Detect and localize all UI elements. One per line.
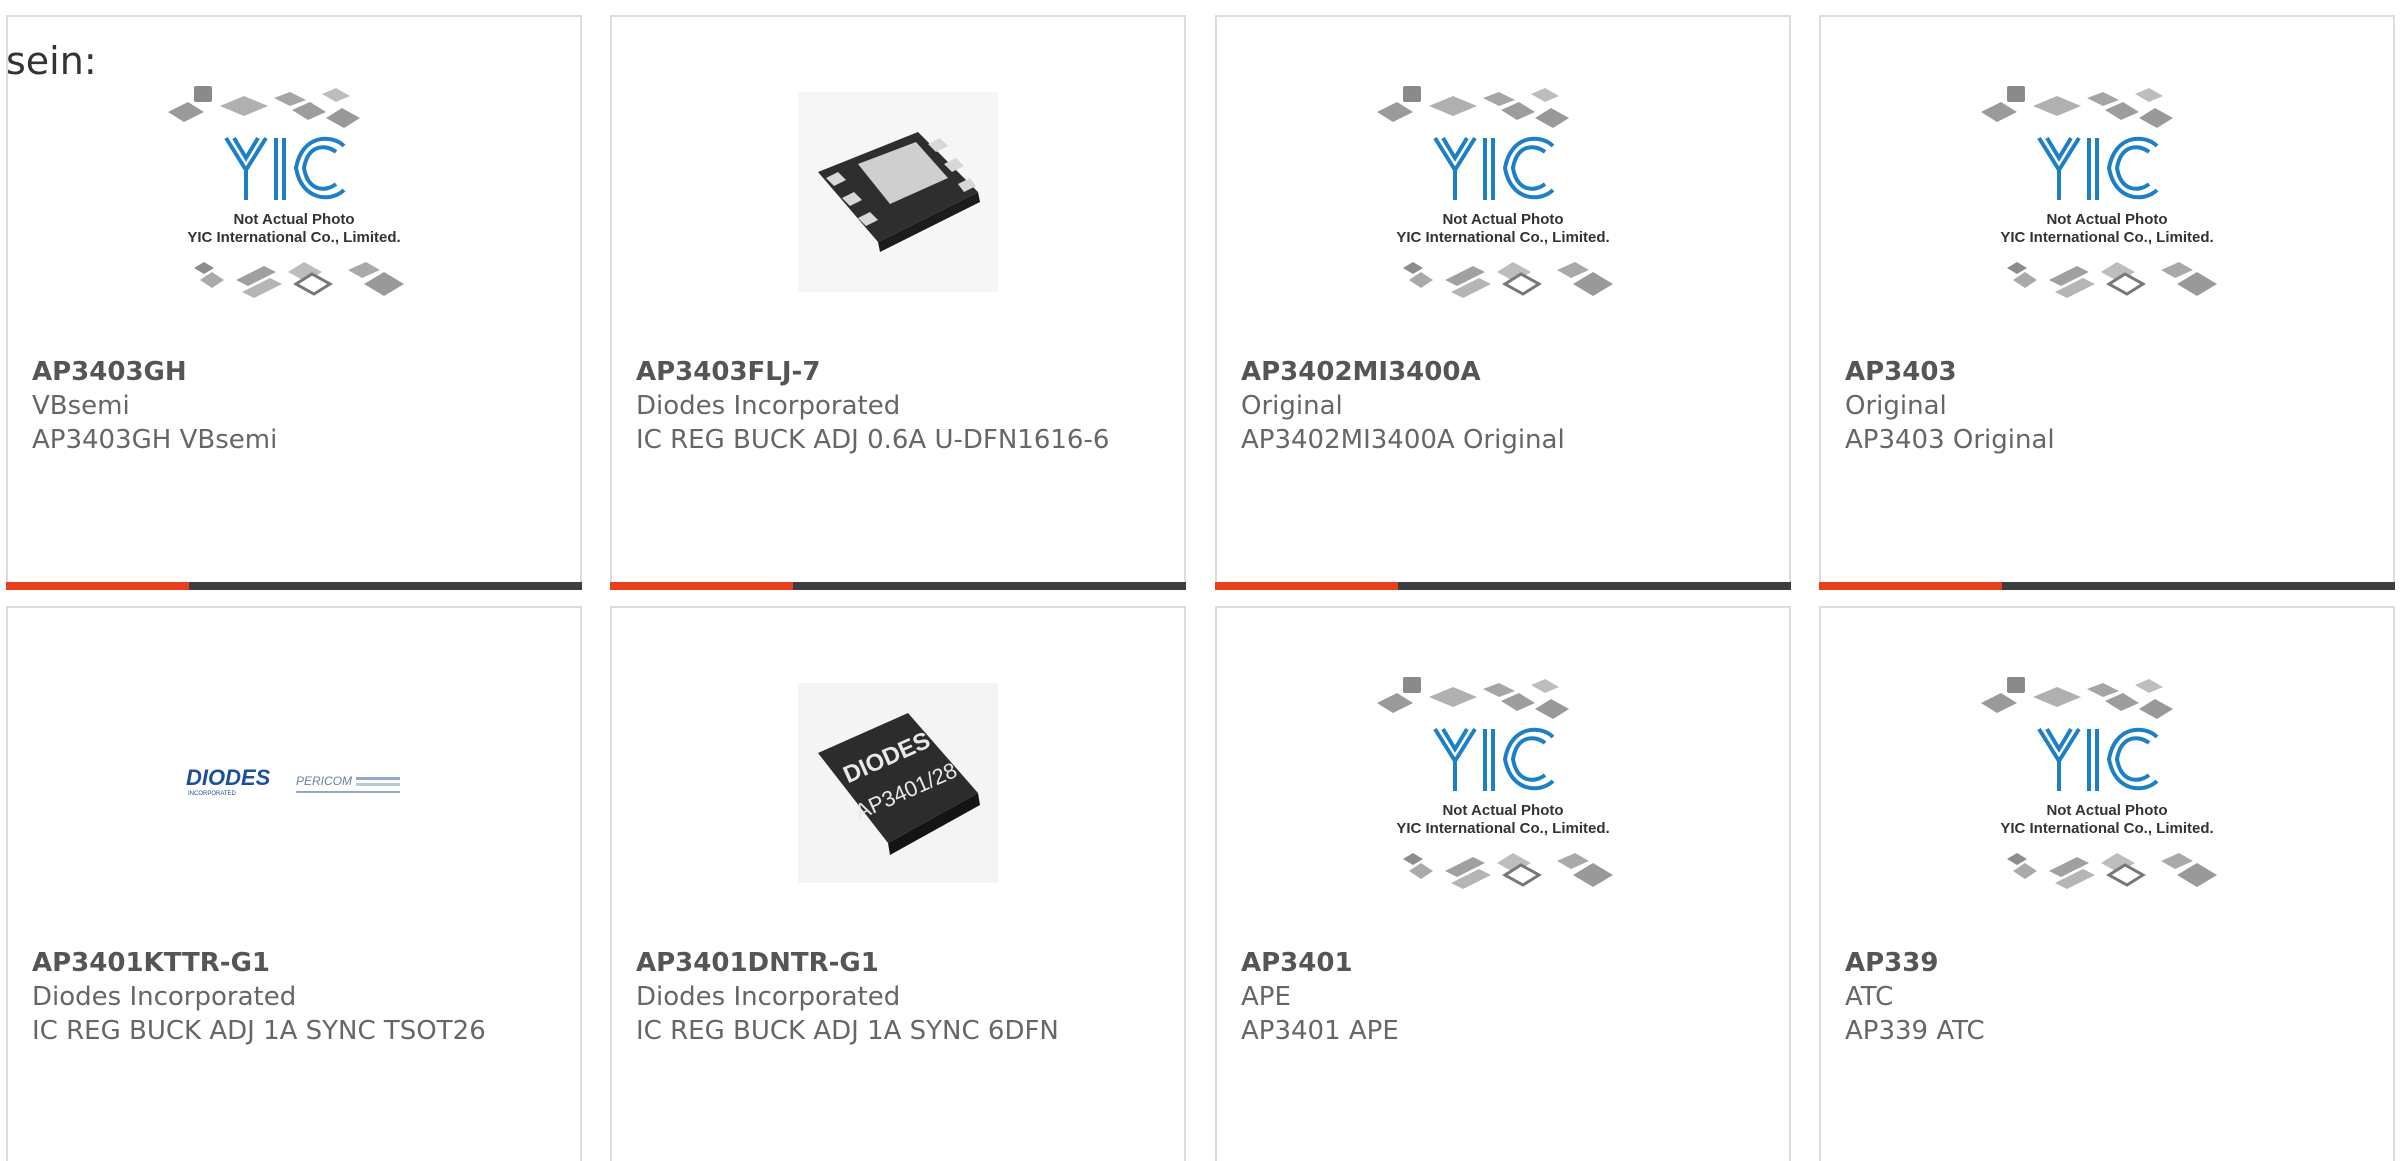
product-part-number[interactable]: AP3401: [1241, 946, 1765, 980]
product-image[interactable]: DIODES AP3401/28: [612, 608, 1184, 958]
product-part-number[interactable]: AP3402MI3400A: [1241, 355, 1765, 389]
placeholder-image: Not Actual Photo YIC International Co., …: [168, 86, 404, 298]
product-card[interactable]: Not Actual Photo YIC International Co., …: [1215, 15, 1791, 590]
product-card[interactable]: Not Actual Photo YIC International Co., …: [6, 15, 582, 590]
product-manufacturer: APE: [1241, 982, 1291, 1012]
placeholder-line2: YIC International Co., Limited.: [1396, 820, 1609, 837]
pericom-logo-text: PERICOM: [296, 774, 352, 788]
diodes-pericom-logo: DIODES INCORPORATED PERICOM: [186, 765, 400, 797]
product-info: AP3401KTTR-G1 Diodes Incorporated IC REG B…: [32, 946, 556, 1048]
product-description: AP339 ATC: [1845, 1016, 1985, 1046]
diodes-logo-text: DIODES: [186, 765, 271, 790]
placeholder-line2: YIC International Co., Limited.: [187, 229, 400, 246]
product-manufacturer: Diodes Incorporated: [636, 391, 901, 421]
product-part-number[interactable]: AP3403FLJ-7: [636, 355, 1160, 389]
card-accent-bar: [1819, 582, 2395, 590]
product-info: AP3403 Original AP3403 Original: [1845, 355, 2369, 457]
dfn-chip-image: [798, 92, 998, 292]
product-description: AP3403GH VBsemi: [32, 425, 278, 455]
placeholder-image: Not Actual Photo YIC International Co., …: [1377, 86, 1613, 298]
placeholder-line1: Not Actual Photo: [233, 211, 354, 228]
product-info: AP3401DNTR-G1 Diodes Incorporated IC REG B…: [636, 946, 1160, 1048]
product-manufacturer: Diodes Incorporated: [32, 982, 297, 1012]
placeholder-image: Not Actual Photo YIC International Co., …: [1981, 86, 2217, 298]
product-card[interactable]: Not Actual Photo YIC International Co., …: [1215, 606, 1791, 1161]
product-info: AP3402MI3400A Original AP3402MI3400A Origi…: [1241, 355, 1765, 457]
product-image[interactable]: Not Actual Photo YIC International Co., …: [1217, 17, 1789, 367]
product-image[interactable]: Not Actual Photo YIC International Co., …: [1821, 608, 2393, 958]
placeholder-line1: Not Actual Photo: [2046, 802, 2167, 819]
product-part-number[interactable]: AP3403: [1845, 355, 2369, 389]
product-description: IC REG BUCK ADJ 0.6A U-DFN1616-6: [636, 425, 1110, 455]
product-part-number[interactable]: AP3401KTTR-G1: [32, 946, 556, 980]
product-manufacturer: Original: [1241, 391, 1343, 421]
product-manufacturer: Diodes Incorporated: [636, 982, 901, 1012]
placeholder-image: Not Actual Photo YIC International Co., …: [1377, 677, 1613, 889]
diodes-logo-subtext: INCORPORATED: [188, 791, 237, 797]
product-image[interactable]: Not Actual Photo YIC International Co., …: [1217, 608, 1789, 958]
product-description: AP3403 Original: [1845, 425, 2055, 455]
product-card[interactable]: AP3403FLJ-7 Diodes Incorporated IC REG BUC…: [610, 15, 1186, 590]
product-manufacturer: ATC: [1845, 982, 1894, 1012]
product-info: AP3401 APE AP3401 APE: [1241, 946, 1765, 1048]
product-info: AP3403FLJ-7 Diodes Incorporated IC REG BUC…: [636, 355, 1160, 457]
product-description: IC REG BUCK ADJ 1A SYNC 6DFN: [636, 1016, 1059, 1046]
product-image[interactable]: Not Actual Photo YIC International Co., …: [1821, 17, 2393, 367]
product-card[interactable]: DIODES AP3401/28 AP3401DNTR-G1 Diodes Inc…: [610, 606, 1186, 1161]
product-image[interactable]: [612, 17, 1184, 367]
card-accent-bar: [6, 582, 582, 590]
product-manufacturer: VBsemi: [32, 391, 130, 421]
placeholder-image: Not Actual Photo YIC International Co., …: [1981, 677, 2217, 889]
product-card[interactable]: DIODES INCORPORATED PERICOM AP3401KTTR-G…: [6, 606, 582, 1161]
product-description: AP3402MI3400A Original: [1241, 425, 1565, 455]
product-card[interactable]: Not Actual Photo YIC International Co., …: [1819, 15, 2395, 590]
marked-chip-image: DIODES AP3401/28: [798, 683, 998, 883]
product-part-number[interactable]: AP3403GH: [32, 355, 556, 389]
product-manufacturer: Original: [1845, 391, 1947, 421]
product-part-number[interactable]: AP3401DNTR-G1: [636, 946, 1160, 980]
placeholder-line1: Not Actual Photo: [1442, 802, 1563, 819]
product-part-number[interactable]: AP339: [1845, 946, 2369, 980]
product-info: AP339 ATC AP339 ATC: [1845, 946, 2369, 1048]
product-image[interactable]: DIODES INCORPORATED PERICOM: [8, 608, 580, 958]
placeholder-line2: YIC International Co., Limited.: [2000, 229, 2213, 246]
card-accent-bar: [1215, 582, 1791, 590]
placeholder-line1: Not Actual Photo: [2046, 211, 2167, 228]
product-description: IC REG BUCK ADJ 1A SYNC TSOT26: [32, 1016, 486, 1046]
product-card[interactable]: Not Actual Photo YIC International Co., …: [1819, 606, 2395, 1161]
placeholder-line1: Not Actual Photo: [1442, 211, 1563, 228]
product-description: AP3401 APE: [1241, 1016, 1399, 1046]
section-heading: sein:: [6, 39, 97, 83]
placeholder-line2: YIC International Co., Limited.: [1396, 229, 1609, 246]
card-accent-bar: [610, 582, 1186, 590]
placeholder-line2: YIC International Co., Limited.: [2000, 820, 2213, 837]
product-info: AP3403GH VBsemi AP3403GH VBsemi: [32, 355, 556, 457]
